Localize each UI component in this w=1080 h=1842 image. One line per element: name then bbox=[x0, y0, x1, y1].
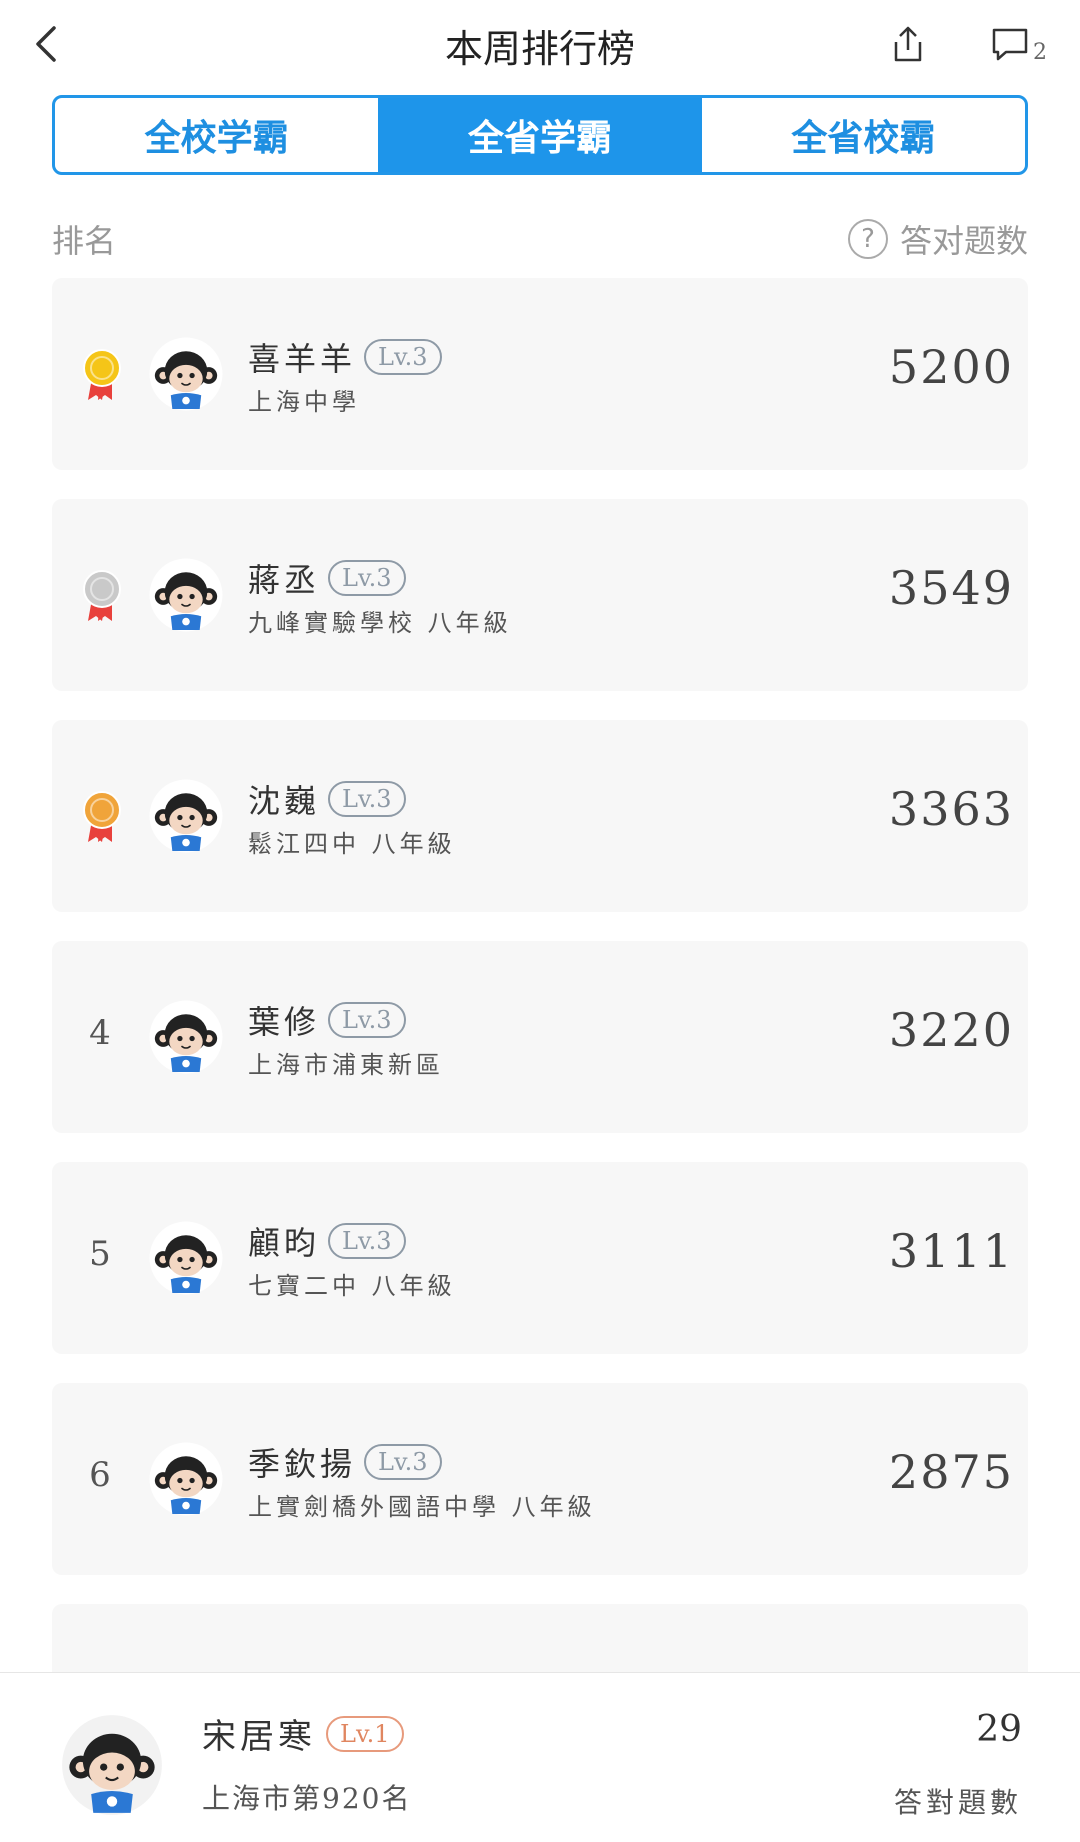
rank-column-header: 排名 bbox=[52, 222, 117, 260]
my-rank-bar[interactable]: 宋居寒 Lv.1 上海市第920名 29 答對題數 bbox=[0, 1672, 1080, 1842]
ranking-row[interactable]: 喜羊羊 Lv.3 上海中學 5200 bbox=[52, 278, 1028, 470]
name-line: 顧昀 Lv.3 bbox=[248, 1218, 406, 1264]
school-name: 鬆江四中 八年級 bbox=[248, 830, 456, 858]
avatar bbox=[149, 558, 223, 632]
level-badge: Lv.3 bbox=[364, 1444, 442, 1480]
my-score: 29 bbox=[976, 1709, 1022, 1750]
ranking-row[interactable]: 6 季欽揚 Lv.3 上實劍橋外國語中學 八年級 2875 bbox=[52, 1383, 1028, 1575]
my-avatar bbox=[62, 1715, 162, 1815]
tab-bar: 全校学霸 全省学霸 全省校霸 bbox=[52, 95, 1028, 175]
rank-number: 6 bbox=[89, 1455, 111, 1495]
score: 3549 bbox=[888, 561, 1014, 615]
tab-province-school[interactable]: 全省校霸 bbox=[702, 98, 1025, 172]
school-name: 上實劍橋外國語中學 八年級 bbox=[248, 1493, 596, 1521]
avatar bbox=[149, 337, 223, 411]
student-name: 蔣丞 bbox=[248, 561, 321, 599]
share-icon[interactable] bbox=[888, 24, 928, 64]
score: 3220 bbox=[888, 1003, 1014, 1057]
count-column-label: 答对题数 bbox=[899, 222, 1028, 260]
score: 3363 bbox=[888, 782, 1014, 836]
student-name: 喜羊羊 bbox=[248, 340, 357, 378]
school-name: 上海中學 bbox=[248, 388, 360, 416]
name-line: 沈巍 Lv.3 bbox=[248, 776, 406, 822]
student-name: 沈巍 bbox=[248, 782, 321, 820]
student-name: 季欽揚 bbox=[248, 1445, 357, 1483]
level-badge: Lv.3 bbox=[328, 1002, 406, 1038]
level-badge: Lv.3 bbox=[328, 1223, 406, 1259]
top-bar: 本周排行榜 2 bbox=[0, 0, 1080, 88]
name-line: 喜羊羊 Lv.3 bbox=[248, 334, 442, 380]
avatar bbox=[149, 1000, 223, 1074]
level-badge: Lv.3 bbox=[328, 560, 406, 596]
ranking-row[interactable]: 5 顧昀 Lv.3 七寶二中 八年級 3111 bbox=[52, 1162, 1028, 1354]
score: 2875 bbox=[888, 1445, 1014, 1499]
comment-count: 2 bbox=[1033, 40, 1047, 65]
help-icon[interactable]: ? bbox=[847, 219, 888, 259]
avatar bbox=[149, 1221, 223, 1295]
school-name: 九峰實驗學校 八年級 bbox=[248, 609, 512, 637]
silver-medal-icon bbox=[83, 570, 121, 621]
my-name-line: 宋居寒 Lv.1 bbox=[202, 1709, 404, 1758]
student-name: 葉修 bbox=[248, 1003, 321, 1041]
level-badge: Lv.3 bbox=[364, 339, 442, 375]
my-rank-text: 上海市第920名 bbox=[202, 1782, 412, 1815]
level-badge: Lv.3 bbox=[328, 781, 406, 817]
my-score-label: 答對題數 bbox=[893, 1786, 1022, 1819]
name-line: 季欽揚 Lv.3 bbox=[248, 1439, 442, 1485]
avatar bbox=[149, 1442, 223, 1516]
score: 3111 bbox=[888, 1224, 1014, 1278]
my-level-badge: Lv.1 bbox=[326, 1715, 404, 1752]
count-column-header: ? 答对题数 bbox=[847, 216, 1028, 262]
ranking-row[interactable]: 4 葉修 Lv.3 上海市浦東新區 3220 bbox=[52, 941, 1028, 1133]
tab-school-top[interactable]: 全校学霸 bbox=[55, 98, 378, 172]
gold-medal-icon bbox=[83, 349, 121, 400]
rank-number: 5 bbox=[89, 1234, 111, 1274]
ranking-row[interactable]: 沈巍 Lv.3 鬆江四中 八年級 3363 bbox=[52, 720, 1028, 912]
comment-icon[interactable] bbox=[990, 26, 1030, 62]
tab-province-top[interactable]: 全省学霸 bbox=[378, 98, 702, 172]
rank-number: 4 bbox=[89, 1013, 111, 1053]
my-name: 宋居寒 bbox=[202, 1717, 316, 1757]
ranking-list: 喜羊羊 Lv.3 上海中學 5200 蔣丞 Lv.3 九峰實驗學校 八年級 3549 沈巍 L… bbox=[52, 278, 1028, 1825]
name-line: 蔣丞 Lv.3 bbox=[248, 555, 406, 601]
score: 5200 bbox=[888, 340, 1014, 394]
bronze-medal-icon bbox=[83, 791, 121, 842]
student-name: 顧昀 bbox=[248, 1224, 321, 1262]
name-line: 葉修 Lv.3 bbox=[248, 997, 406, 1043]
school-name: 上海市浦東新區 bbox=[248, 1051, 444, 1079]
ranking-row[interactable]: 蔣丞 Lv.3 九峰實驗學校 八年級 3549 bbox=[52, 499, 1028, 691]
school-name: 七寶二中 八年級 bbox=[248, 1272, 456, 1300]
avatar bbox=[149, 779, 223, 853]
